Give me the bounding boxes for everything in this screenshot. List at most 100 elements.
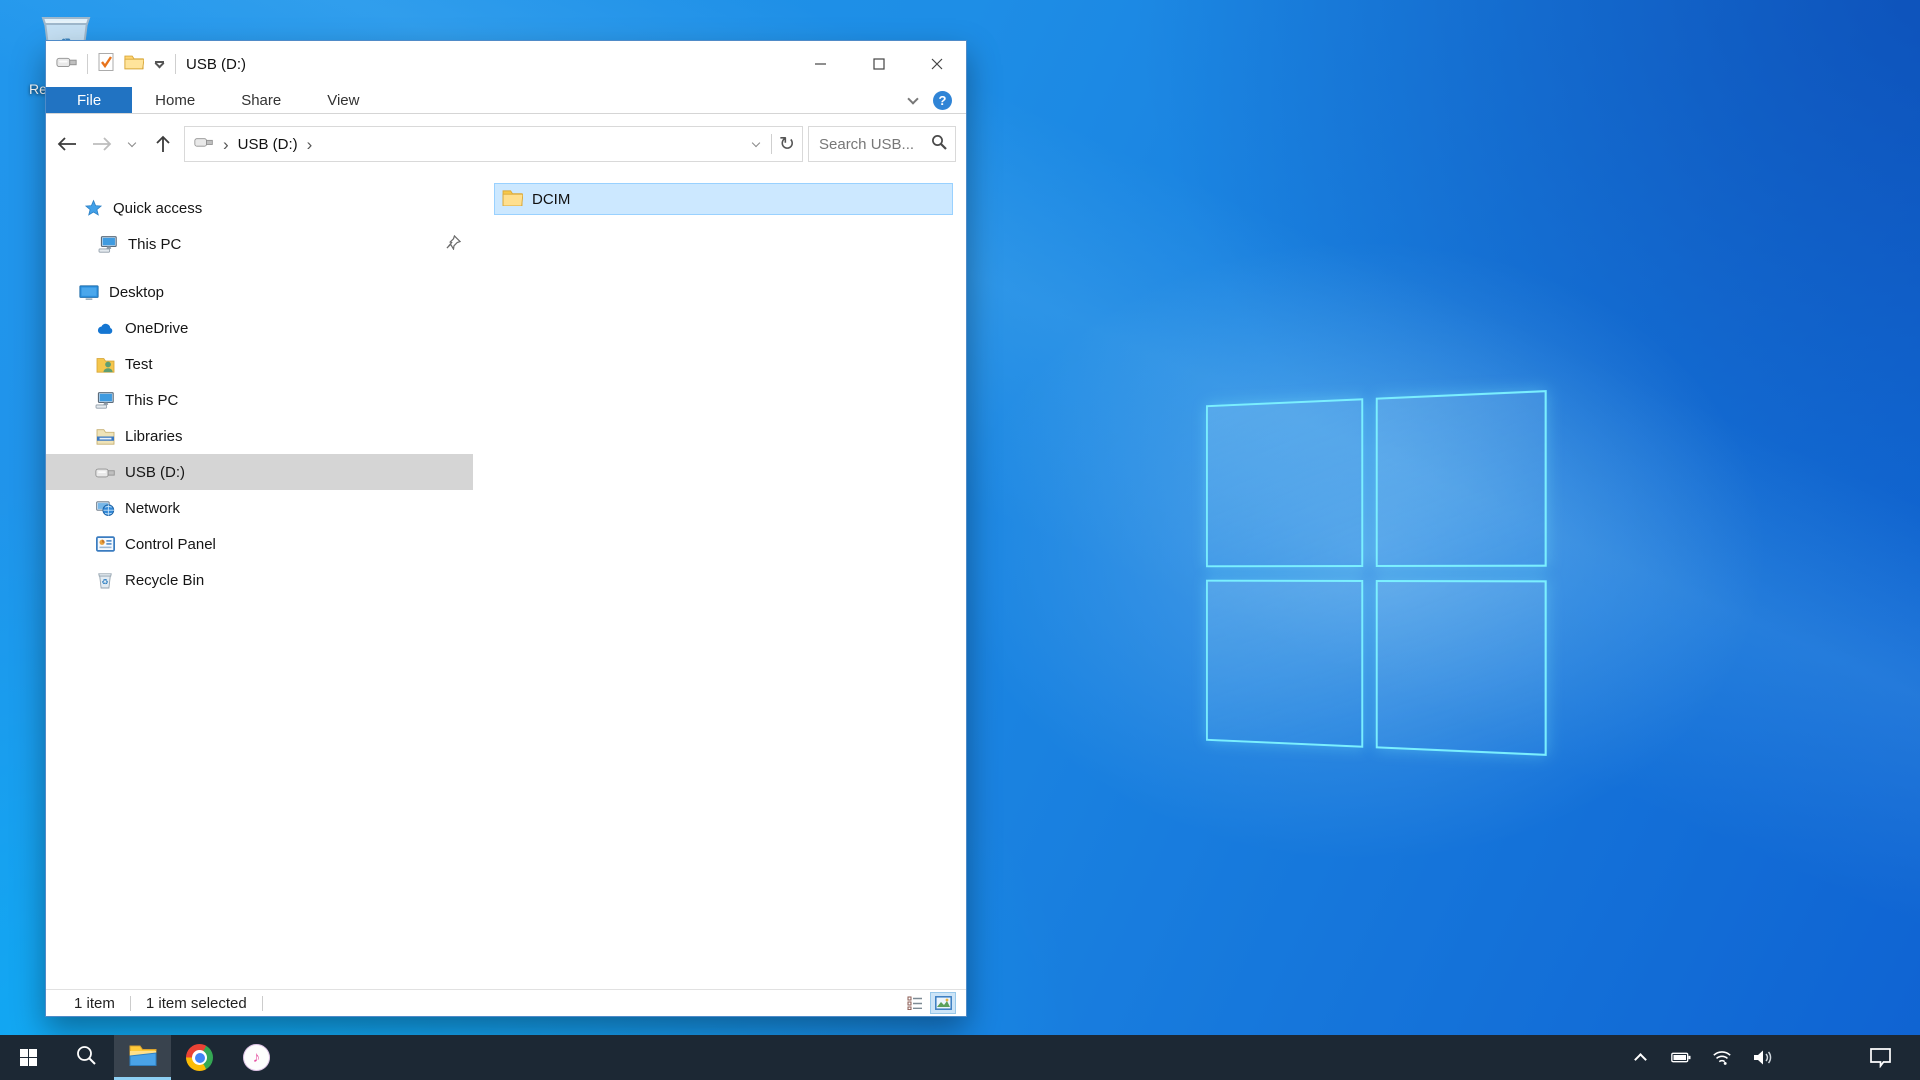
- window-controls: [792, 41, 966, 87]
- sidebar-item-label: This PC: [125, 392, 178, 409]
- logo-pane: [1206, 579, 1363, 747]
- navigation-bar: › USB (D:) › ↻: [46, 114, 966, 174]
- sidebar-item-usb-d[interactable]: USB (D:): [46, 454, 473, 490]
- search-input[interactable]: [817, 135, 927, 154]
- usb-drive-icon: [194, 135, 214, 154]
- address-bar[interactable]: › USB (D:) › ↻: [184, 126, 803, 162]
- taskbar-search-button[interactable]: [57, 1035, 114, 1080]
- taskbar-chrome-button[interactable]: [171, 1035, 228, 1080]
- search-icon: [75, 1044, 97, 1071]
- expand-ribbon-chevron-icon[interactable]: [907, 93, 918, 104]
- volume-icon[interactable]: [1753, 1049, 1773, 1066]
- desktop: ♻ Recycle Bin: [0, 0, 1920, 1080]
- file-list-pane[interactable]: DCIM: [473, 174, 966, 989]
- sidebar-item-desktop[interactable]: Desktop: [46, 274, 473, 310]
- sidebar-item-quick-access[interactable]: Quick access: [46, 190, 473, 226]
- properties-icon[interactable]: [97, 52, 115, 77]
- sidebar-item-network[interactable]: Network: [46, 490, 473, 526]
- control-panel-icon: [94, 536, 116, 552]
- breadcrumb-usb-d[interactable]: USB (D:): [238, 136, 298, 153]
- navigation-pane: Quick access This PC: [46, 174, 473, 989]
- recent-locations-chevron-icon[interactable]: [120, 126, 144, 162]
- sidebar-item-recycle-bin[interactable]: ♻ Recycle Bin: [46, 562, 473, 598]
- back-button[interactable]: [50, 126, 83, 162]
- libraries-icon: [94, 428, 116, 445]
- details-view-button[interactable]: [902, 992, 928, 1014]
- start-icon: [20, 1049, 38, 1067]
- sidebar-item-this-pc[interactable]: This PC: [46, 382, 473, 418]
- usb-drive-icon: [56, 54, 78, 75]
- new-folder-icon[interactable]: [124, 53, 144, 75]
- chrome-icon: [186, 1044, 213, 1071]
- network-icon: [94, 500, 116, 517]
- breadcrumb-chevron-icon[interactable]: ›: [307, 136, 313, 153]
- ribbon-tab-bar: File Home Share View ?: [46, 87, 966, 114]
- forward-button[interactable]: [85, 126, 118, 162]
- window-title: USB (D:): [186, 56, 246, 73]
- refresh-icon[interactable]: ↻: [772, 127, 802, 161]
- wifi-icon[interactable]: [1712, 1049, 1732, 1066]
- quick-access-toolbar: [56, 52, 176, 77]
- svg-text:♻: ♻: [101, 577, 108, 586]
- sidebar-item-label: Desktop: [109, 284, 164, 301]
- divider: [175, 54, 176, 74]
- tab-share[interactable]: Share: [218, 87, 304, 113]
- sidebar-item-onedrive[interactable]: OneDrive: [46, 310, 473, 346]
- breadcrumb-chevron-icon[interactable]: ›: [223, 136, 229, 153]
- large-icons-view-button[interactable]: [930, 992, 956, 1014]
- minimize-button[interactable]: [792, 41, 850, 87]
- customize-qat-chevron-icon[interactable]: [155, 61, 164, 67]
- file-item-label: DCIM: [532, 191, 570, 208]
- onedrive-cloud-icon: [94, 321, 116, 335]
- help-icon[interactable]: ?: [933, 91, 952, 110]
- divider: [87, 54, 88, 74]
- tab-home[interactable]: Home: [132, 87, 218, 113]
- this-pc-icon: [97, 235, 119, 253]
- sidebar-item-label: OneDrive: [125, 320, 188, 337]
- file-item-dcim[interactable]: DCIM: [494, 183, 953, 215]
- window-body: Quick access This PC: [46, 174, 966, 989]
- file-explorer-icon: [129, 1044, 157, 1072]
- tab-view[interactable]: View: [304, 87, 382, 113]
- sidebar-item-label: Quick access: [113, 200, 202, 217]
- start-button[interactable]: [0, 1035, 57, 1080]
- search-icon[interactable]: [931, 134, 947, 155]
- battery-icon[interactable]: [1671, 1051, 1691, 1064]
- selection-count: 1 item selected: [146, 995, 247, 1012]
- taskbar: ♪: [0, 1035, 1920, 1080]
- sidebar-item-libraries[interactable]: Libraries: [46, 418, 473, 454]
- sidebar-item-label: Libraries: [125, 428, 183, 445]
- search-box[interactable]: [808, 126, 956, 162]
- item-count: 1 item: [74, 995, 115, 1012]
- tab-file[interactable]: File: [46, 87, 132, 113]
- folder-icon: [502, 189, 523, 210]
- sidebar-group-gap: [46, 262, 473, 274]
- divider: [130, 996, 131, 1011]
- sidebar-item-label: Test: [125, 356, 153, 373]
- taskbar-file-explorer-button[interactable]: [114, 1035, 171, 1080]
- file-explorer-window: USB (D:) File Home Share View ?: [45, 40, 967, 1017]
- logo-pane: [1375, 390, 1546, 566]
- sidebar-item-label: USB (D:): [125, 464, 185, 481]
- divider: [262, 996, 263, 1011]
- sidebar-item-control-panel[interactable]: Control Panel: [46, 526, 473, 562]
- title-bar: USB (D:): [46, 41, 966, 87]
- usb-drive-icon: [94, 465, 116, 480]
- this-pc-icon: [94, 391, 116, 409]
- close-button[interactable]: [908, 41, 966, 87]
- address-history-chevron-icon[interactable]: [741, 127, 771, 161]
- sidebar-item-test[interactable]: Test: [46, 346, 473, 382]
- sidebar-item-this-pc-pinned[interactable]: This PC: [46, 226, 473, 262]
- maximize-button[interactable]: [850, 41, 908, 87]
- wallpaper-windows-logo: [1206, 390, 1547, 756]
- sidebar-item-label: Recycle Bin: [125, 572, 204, 589]
- tray-chevron-icon[interactable]: [1630, 1051, 1650, 1064]
- user-folder-icon: [94, 356, 116, 373]
- action-center-icon[interactable]: [1854, 1047, 1906, 1068]
- status-bar: 1 item 1 item selected: [46, 989, 966, 1016]
- desktop-icon: [78, 284, 100, 301]
- recycle-bin-icon: ♻: [94, 571, 116, 589]
- taskbar-itunes-button[interactable]: ♪: [228, 1035, 285, 1080]
- up-button[interactable]: [146, 126, 179, 162]
- sidebar-item-label: Control Panel: [125, 536, 216, 553]
